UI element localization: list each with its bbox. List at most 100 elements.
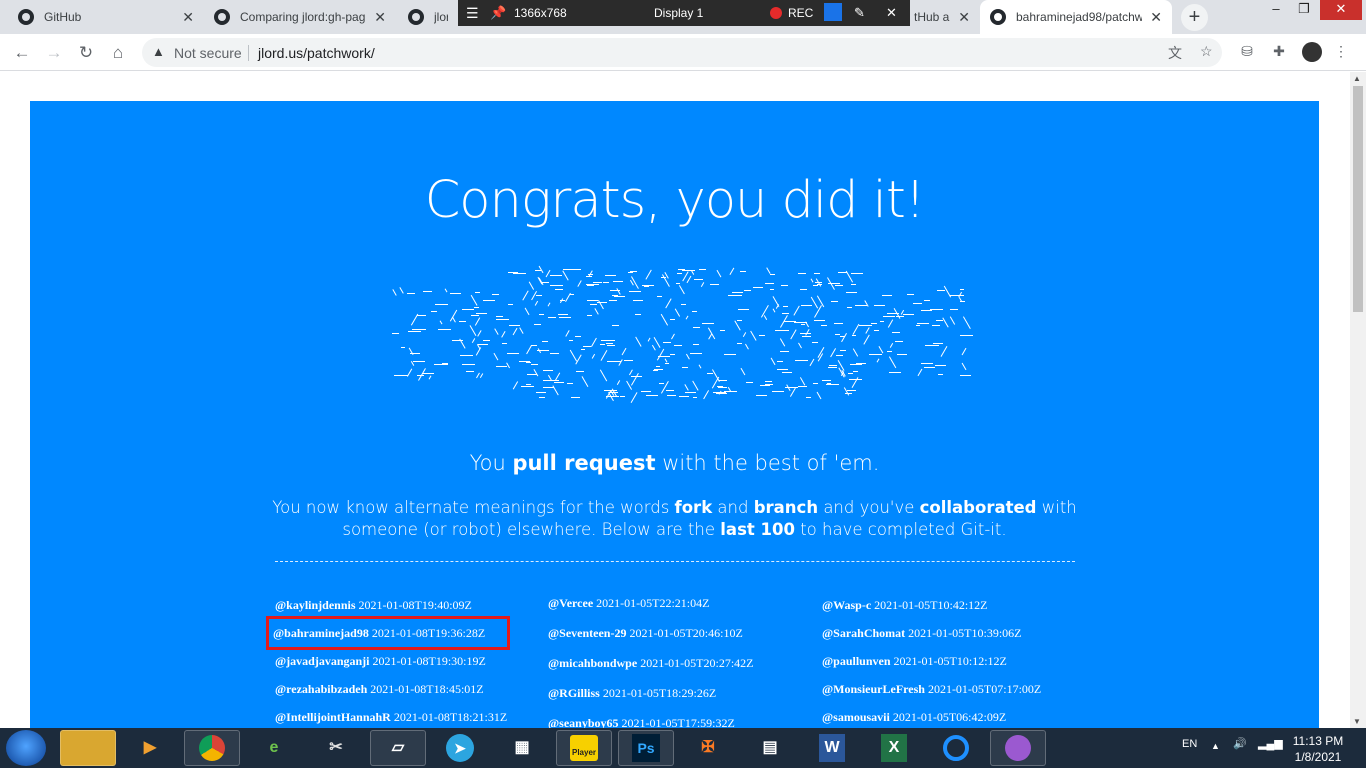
timestamp: 2021-01-08T19:40:09Z xyxy=(358,597,472,612)
username-link[interactable]: @javadjavanganji xyxy=(275,654,370,669)
username-link[interactable]: @Seventeen-29 xyxy=(548,626,626,641)
more-menu-icon[interactable]: ⋮ xyxy=(1330,40,1352,62)
security-status[interactable]: Not secure xyxy=(174,45,242,61)
record-icon[interactable] xyxy=(770,7,782,22)
username-link[interactable]: @MonsieurLeFresh xyxy=(822,682,925,697)
tab-github[interactable]: GitHub ✕ xyxy=(8,0,204,34)
username-link[interactable]: @micahbondwpe xyxy=(548,656,637,671)
ascii-art-stroke xyxy=(874,304,886,306)
scroll-down-icon[interactable]: ▼ xyxy=(1353,717,1361,726)
internet-explorer-icon[interactable]: e xyxy=(246,730,302,766)
avatar[interactable] xyxy=(1302,42,1322,62)
ascii-art-stroke xyxy=(458,320,466,322)
ascii-art-stroke xyxy=(937,289,945,291)
ascii-art-stroke xyxy=(569,349,577,362)
close-icon[interactable]: ✕ xyxy=(886,5,897,21)
tab-github-app[interactable]: tHub a ✕ xyxy=(910,0,980,34)
username-link[interactable]: @seanyboy65 xyxy=(548,716,619,729)
username-link[interactable]: @bahraminejad98 xyxy=(273,626,369,641)
word-icon[interactable]: W xyxy=(804,730,860,766)
window-close-button[interactable]: ✕ xyxy=(1320,0,1362,20)
ascii-art-stroke xyxy=(686,276,692,284)
restore-icon[interactable]: ❐ xyxy=(1290,0,1318,20)
excel-icon[interactable]: X xyxy=(866,730,922,766)
ascii-art-stroke xyxy=(562,270,569,281)
telegram-icon[interactable]: ➤ xyxy=(432,730,488,766)
scrollbar-thumb[interactable] xyxy=(1353,86,1363,312)
ascii-art-stroke xyxy=(732,291,743,293)
ascii-art-stroke xyxy=(912,303,922,305)
photoshop-icon[interactable]: Ps xyxy=(618,730,674,766)
username-link[interactable]: @rezahabibzadeh xyxy=(275,682,367,697)
ascii-art-stroke xyxy=(582,346,591,348)
calculator-icon[interactable]: ▦ xyxy=(494,730,550,766)
close-icon[interactable]: ✕ xyxy=(958,9,970,26)
player-icon[interactable]: Player xyxy=(556,730,612,766)
pen-icon[interactable]: ✎ xyxy=(854,5,865,21)
username-link[interactable]: @SarahChomat xyxy=(822,626,905,641)
notes-icon[interactable]: ▱ xyxy=(370,730,426,766)
username-link[interactable]: @IntellijointHannahR xyxy=(275,710,391,725)
puzzle-icon[interactable]: ✚ xyxy=(1268,40,1290,62)
ascii-art-stroke xyxy=(813,272,821,274)
forward-icon[interactable]: → xyxy=(41,40,67,66)
ascii-art-stroke xyxy=(482,300,496,302)
tab-jlord[interactable]: jlor xyxy=(398,0,458,34)
language-indicator[interactable]: EN xyxy=(1182,738,1197,750)
github-desktop-icon[interactable] xyxy=(990,730,1046,766)
username-link[interactable]: @kaylinjdennis xyxy=(275,598,356,613)
ascii-art-stroke xyxy=(734,320,741,331)
camera-icon[interactable] xyxy=(824,3,842,21)
username-link[interactable]: @Wasp-c xyxy=(822,598,871,613)
ascii-art-stroke xyxy=(921,363,933,365)
url-text[interactable]: jlord.us/patchwork/ xyxy=(258,45,375,61)
minimize-icon[interactable]: – xyxy=(1262,0,1290,20)
pin-icon[interactable]: 📌 xyxy=(490,5,506,21)
username-link[interactable]: @paullunven xyxy=(822,654,891,669)
paint-icon[interactable]: ✂ xyxy=(308,730,364,766)
translate-icon[interactable]: 文 xyxy=(1168,43,1182,63)
volume-icon[interactable]: 🔊 xyxy=(1233,737,1247,750)
close-icon[interactable]: ✕ xyxy=(1150,9,1162,26)
network-icon[interactable]: ▂▄▆ xyxy=(1258,737,1283,750)
ascii-art-stroke xyxy=(950,309,959,311)
ascii-art-stroke xyxy=(392,288,397,296)
system-clock[interactable]: 11:13 PM 1/8/2021 xyxy=(1290,733,1346,765)
ascii-art-stroke xyxy=(863,300,869,308)
extension-icon[interactable]: ⛁ xyxy=(1236,40,1258,62)
browser-icon[interactable] xyxy=(928,730,984,766)
address-bar[interactable]: ▲ Not secure jlord.us/patchwork/ 文 ☆ xyxy=(142,38,1222,67)
new-tab-button[interactable]: + xyxy=(1181,4,1208,31)
bookmark-star-icon[interactable]: ☆ xyxy=(1200,43,1213,60)
back-icon[interactable]: ← xyxy=(9,40,35,66)
ascii-art-stroke xyxy=(600,343,606,345)
username-link[interactable]: @RGilliss xyxy=(548,686,600,701)
tab-comparing[interactable]: Comparing jlord:gh-pag ✕ xyxy=(204,0,396,34)
ascii-art-stroke xyxy=(612,295,619,297)
control-panel-icon[interactable]: ▤ xyxy=(742,730,798,766)
reload-icon[interactable]: ↻ xyxy=(73,40,99,66)
close-icon[interactable]: ✕ xyxy=(374,9,386,26)
scroll-up-icon[interactable]: ▲ xyxy=(1353,74,1361,83)
chrome-icon[interactable] xyxy=(184,730,240,766)
desc-text: and xyxy=(712,498,754,517)
username-link[interactable]: @samousavii xyxy=(822,710,890,725)
file-explorer-icon[interactable] xyxy=(60,730,116,766)
start-button[interactable] xyxy=(6,730,46,766)
xampp-icon[interactable]: ✠ xyxy=(680,730,736,766)
list-item: @Vercee 2021-01-05T22:21:04Z xyxy=(548,588,754,618)
username-link[interactable]: @Vercee xyxy=(548,596,593,611)
ascii-art-stroke xyxy=(780,284,788,286)
vertical-scrollbar[interactable]: ▲ ▼ xyxy=(1350,72,1366,728)
media-player-icon[interactable]: ▶ xyxy=(122,730,178,766)
close-icon[interactable]: ✕ xyxy=(182,9,194,26)
completers-column: @Vercee 2021-01-05T22:21:04Z @Seventeen-2… xyxy=(548,588,754,729)
ascii-art-stroke xyxy=(706,372,713,374)
menu-icon[interactable]: ☰ xyxy=(466,5,479,22)
warning-icon[interactable]: ▲ xyxy=(152,44,165,59)
tray-expand-icon[interactable]: ▲ xyxy=(1211,741,1220,751)
tab-patchwork[interactable]: bahraminejad98/patchw ✕ xyxy=(980,0,1172,34)
ascii-art-stroke xyxy=(509,325,520,327)
list-item: @SarahChomat 2021-01-05T10:39:06Z xyxy=(822,619,1041,647)
home-icon[interactable]: ⌂ xyxy=(105,40,131,66)
